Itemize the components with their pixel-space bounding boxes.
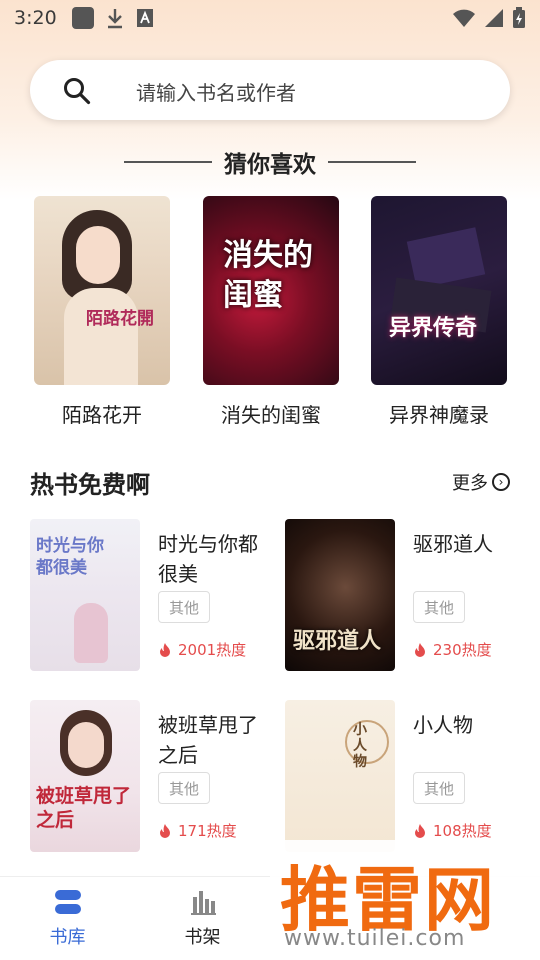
fire-icon <box>160 823 170 838</box>
book-cover[interactable]: 时光与你都很美 <box>30 519 140 671</box>
signal-icon <box>485 9 503 27</box>
heat-value: 108热度 <box>433 822 492 840</box>
book-title: 消失的闺蜜 <box>221 403 321 427</box>
book-cover[interactable]: 消失的闺蜜 <box>203 196 339 385</box>
nav-label: 书架 <box>184 927 221 948</box>
book-title: 时光与你都很美 <box>158 532 258 586</box>
cover-title: 异界传奇 <box>389 315 478 341</box>
fire-icon <box>160 642 170 657</box>
library-icon <box>54 890 81 914</box>
book-cover[interactable]: 小人物 <box>285 700 395 852</box>
category-tag: 其他 <box>413 591 465 623</box>
category-tag: 其他 <box>413 772 465 804</box>
heat-indicator: 108热度 <box>413 820 492 841</box>
book-card[interactable]: 时光与你都很美 时光与你都很美 其他 2001热度 <box>30 519 270 671</box>
book-title: 小人物 <box>413 713 473 737</box>
title-divider-right <box>328 161 416 163</box>
book-cover[interactable]: 驱邪道人 <box>285 519 395 671</box>
fire-icon <box>415 642 425 657</box>
more-label: 更多 <box>452 473 488 494</box>
book-title: 被班草甩了之后 <box>158 713 258 767</box>
category-tag: 其他 <box>158 591 210 623</box>
watermark: 推雷网 www.tuilei.com <box>270 840 540 960</box>
search-input[interactable]: 请输入书名或作者 <box>30 60 510 120</box>
cover-title: 驱邪道人 <box>293 628 382 654</box>
book-cover[interactable]: 异界传奇 <box>371 196 507 385</box>
status-time: 3:20 <box>14 7 57 29</box>
app-notification-icon <box>72 7 94 29</box>
book-title: 驱邪道人 <box>413 532 493 556</box>
section-title: 猜你喜欢 <box>224 152 316 178</box>
heat-value: 230热度 <box>433 641 492 659</box>
bookshelf-icon <box>190 891 216 915</box>
heat-indicator: 171热度 <box>158 820 237 841</box>
wifi-icon <box>453 9 475 27</box>
category-tag: 其他 <box>158 772 210 804</box>
book-cover[interactable]: 被班草甩了之后 <box>30 700 140 852</box>
book-card[interactable]: 驱邪道人 驱邪道人 其他 230热度 <box>285 519 525 671</box>
nav-item-bookshelf[interactable]: 书架 <box>135 877 270 960</box>
title-divider-left <box>124 161 212 163</box>
fire-icon <box>415 823 425 838</box>
heat-value: 171热度 <box>178 822 237 840</box>
featured-book[interactable]: 陌路花開 陌路花开 <box>34 196 170 428</box>
more-button[interactable]: 更多 › <box>452 469 510 495</box>
featured-books: 陌路花開 陌路花开 消失的闺蜜 消失的闺蜜 异界传奇 异界神魔录 <box>0 196 540 436</box>
hot-section-header: 热书免费啊 更多 › <box>30 462 510 502</box>
search-placeholder: 请输入书名或作者 <box>136 81 296 105</box>
nav-item-library[interactable]: 书库 <box>0 877 135 960</box>
heat-indicator: 2001热度 <box>158 639 246 660</box>
cover-title: 被班草甩了之后 <box>36 785 132 831</box>
book-title: 陌路花开 <box>62 403 142 427</box>
search-icon <box>64 78 91 105</box>
status-bar: 3:20 <box>0 0 540 36</box>
cover-title: 小人物 <box>353 722 367 770</box>
heat-value: 2001热度 <box>178 641 247 659</box>
download-icon <box>108 9 122 29</box>
chevron-right-icon: › <box>492 473 510 491</box>
cover-title: 消失的闺蜜 <box>223 238 313 313</box>
cover-title: 时光与你都很美 <box>36 536 104 578</box>
featured-book[interactable]: 异界传奇 异界神魔录 <box>371 196 507 428</box>
section-title: 热书免费啊 <box>30 470 150 499</box>
text-notification-icon <box>137 9 153 27</box>
guess-section-header: 猜你喜欢 <box>0 140 540 184</box>
heat-indicator: 230热度 <box>413 639 492 660</box>
nav-label: 书库 <box>49 927 86 948</box>
book-card[interactable]: 被班草甩了之后 被班草甩了之后 其他 171热度 <box>30 700 270 852</box>
watermark-url: www.tuilei.com <box>284 926 466 951</box>
book-card[interactable]: 小人物 小人物 其他 108热度 <box>285 700 525 852</box>
book-cover[interactable]: 陌路花開 <box>34 196 170 385</box>
battery-icon <box>513 7 525 28</box>
featured-book[interactable]: 消失的闺蜜 消失的闺蜜 <box>203 196 339 428</box>
cover-title: 陌路花開 <box>86 309 154 329</box>
book-title: 异界神魔录 <box>389 403 489 427</box>
